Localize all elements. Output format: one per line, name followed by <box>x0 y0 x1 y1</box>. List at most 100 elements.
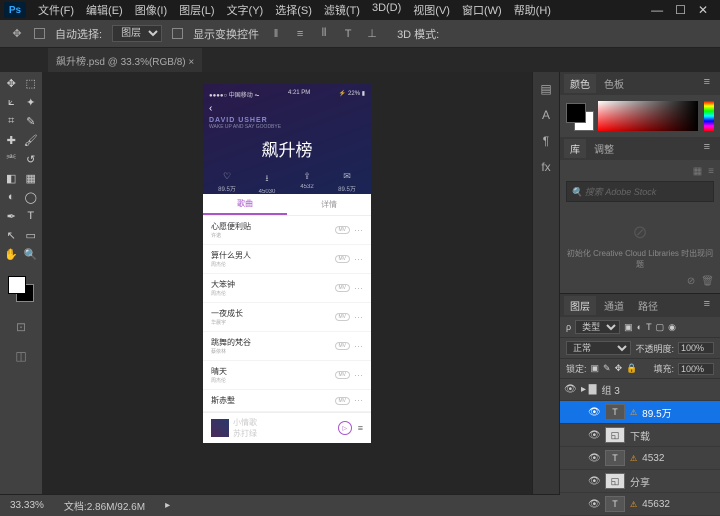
menu-item[interactable]: 图像(I) <box>131 0 171 20</box>
hand-tool[interactable]: ✋ <box>2 245 21 263</box>
list-view-icon[interactable]: ≡ <box>708 166 714 177</box>
tab-paths[interactable]: 路径 <box>632 296 664 315</box>
menu-item[interactable]: 帮助(H) <box>510 0 555 20</box>
dodge-tool[interactable]: ◯ <box>22 188 41 206</box>
panel-menu-icon[interactable]: ≡ <box>698 296 716 315</box>
tab-channels[interactable]: 通道 <box>598 296 630 315</box>
layer-row[interactable]: 👁◱下载 <box>560 424 720 447</box>
align-icon[interactable]: ⫴ <box>317 27 331 41</box>
link-icon[interactable]: ⊘ <box>687 276 695 287</box>
lock-icon[interactable]: ✥ <box>615 363 623 374</box>
menu-item[interactable]: 编辑(E) <box>82 0 127 20</box>
status-arrow-icon[interactable]: ▸ <box>165 500 170 511</box>
menu-item[interactable]: 文字(Y) <box>223 0 268 20</box>
filter-icon[interactable]: ◐ <box>637 322 642 332</box>
brushes-icon[interactable]: A <box>542 108 550 122</box>
eyedropper-tool[interactable]: ✎ <box>22 112 41 130</box>
marquee-tool[interactable]: ⬚ <box>22 74 41 92</box>
minimize-button[interactable]: — <box>651 3 663 17</box>
page-title: 飙升榜 <box>203 136 371 161</box>
lock-icon[interactable]: ▣ <box>591 363 600 374</box>
tab-libraries[interactable]: 库 <box>564 139 586 158</box>
layer-row[interactable]: 👁T⚠4532 <box>560 447 720 470</box>
filter-icon[interactable]: T <box>646 322 652 332</box>
doc-size: 文档:2.86M/92.6M <box>64 498 145 513</box>
menu-item[interactable]: 视图(V) <box>409 0 454 20</box>
blur-tool[interactable]: ◐ <box>2 188 21 206</box>
artist-sub: WAKE UP AND SAY GOODBYE <box>203 124 371 130</box>
filter-dropdown[interactable]: 类型 <box>575 320 620 334</box>
styles-icon[interactable]: fx <box>541 160 550 174</box>
lock-icon[interactable]: ✎ <box>603 363 611 374</box>
crop-tool[interactable]: ⌗ <box>2 112 21 130</box>
tab-adjustments[interactable]: 调整 <box>588 139 620 158</box>
menu-item[interactable]: 图层(L) <box>175 0 218 20</box>
panel-menu-icon[interactable]: ≡ <box>698 139 716 158</box>
grid-view-icon[interactable]: ▦ <box>693 166 702 177</box>
align-icon[interactable]: ≡ <box>293 27 307 41</box>
layer-row[interactable]: 👁T⚠45632 <box>560 493 720 516</box>
foreground-background[interactable] <box>2 272 40 312</box>
history-brush-tool[interactable]: ↺ <box>22 150 41 168</box>
paragraph-icon[interactable]: ¶ <box>543 134 549 148</box>
eraser-tool[interactable]: ◧ <box>2 169 21 187</box>
time: 4:21 PM <box>288 90 310 100</box>
layer-row[interactable]: 👁T⚠89.5万 <box>560 401 720 424</box>
menu-item[interactable]: 3D(D) <box>368 0 405 20</box>
visibility-icon[interactable]: 👁 <box>588 453 600 464</box>
layer-row[interactable]: 👁◱分享 <box>560 470 720 493</box>
menu-item[interactable]: 选择(S) <box>271 0 316 20</box>
lock-icon[interactable]: 🔒 <box>626 363 637 374</box>
tab-color[interactable]: 颜色 <box>564 74 596 93</box>
visibility-icon[interactable]: 👁 <box>564 384 576 395</box>
align-icon[interactable]: ⊥ <box>365 27 379 41</box>
color-picker[interactable] <box>560 95 720 137</box>
gradient-tool[interactable]: ▦ <box>22 169 41 187</box>
stamp-tool[interactable]: ⎃ <box>2 150 21 168</box>
panel-menu-icon[interactable]: ≡ <box>698 74 716 93</box>
layer-row[interactable]: 👁▸ ▇组 3 <box>560 379 720 401</box>
history-icon[interactable]: ▤ <box>540 82 551 96</box>
auto-select-checkbox[interactable] <box>34 28 45 39</box>
maximize-button[interactable]: ☐ <box>675 3 686 17</box>
signal: ●●●●○ 中国移动 ⏦ <box>209 90 259 100</box>
trash-icon[interactable]: 🗑 <box>701 276 714 287</box>
menu-item[interactable]: 文件(F) <box>34 0 78 20</box>
blend-mode-dropdown[interactable]: 正常 <box>566 341 631 355</box>
visibility-icon[interactable]: 👁 <box>588 407 600 418</box>
menu-item[interactable]: 滤镜(T) <box>320 0 364 20</box>
color-panel-tabs: 颜色 色板 ≡ <box>560 72 720 95</box>
zoom-value[interactable]: 33.33% <box>10 500 44 511</box>
shape-tool[interactable]: ▭ <box>22 226 41 244</box>
visibility-icon[interactable]: 👁 <box>588 430 600 441</box>
show-transform-checkbox[interactable] <box>172 28 183 39</box>
align-icon[interactable]: ‖ <box>269 27 283 41</box>
tab-layers[interactable]: 图层 <box>564 296 596 315</box>
opacity-input[interactable] <box>678 342 714 354</box>
filter-icon[interactable]: ▣ <box>624 322 633 333</box>
song-row: 跳舞的梵谷蔡依林MV⋯ <box>203 332 371 361</box>
fill-input[interactable] <box>678 363 714 375</box>
align-icon[interactable]: T <box>341 27 355 41</box>
search-input[interactable]: 🔍 搜索 Adobe Stock <box>566 181 714 202</box>
path-tool[interactable]: ↖ <box>2 226 21 244</box>
lasso-tool[interactable]: ⟀ <box>2 93 21 111</box>
visibility-icon[interactable]: 👁 <box>588 499 600 510</box>
move-tool[interactable]: ✥ <box>2 74 21 92</box>
heal-tool[interactable]: ✚ <box>2 131 21 149</box>
zoom-tool[interactable]: 🔍 <box>22 245 41 263</box>
wand-tool[interactable]: ✦ <box>22 93 41 111</box>
close-button[interactable]: ✕ <box>698 3 708 17</box>
tab-swatches[interactable]: 色板 <box>598 74 630 93</box>
pen-tool[interactable]: ✒ <box>2 207 21 225</box>
filter-icon[interactable]: ▢ <box>656 322 665 333</box>
document-tab[interactable]: 飙升榜.psd @ 33.3%(RGB/8) × <box>48 48 202 73</box>
screenmode-icon[interactable]: ◫ <box>2 342 40 370</box>
type-tool[interactable]: T <box>22 207 41 225</box>
filter-icon[interactable]: ◉ <box>668 322 676 333</box>
visibility-icon[interactable]: 👁 <box>588 476 600 487</box>
screenmode-icon[interactable]: ⊡ <box>2 313 40 341</box>
brush-tool[interactable]: 🖌 <box>22 131 41 149</box>
menu-item[interactable]: 窗口(W) <box>458 0 506 20</box>
auto-select-dropdown[interactable]: 图层 <box>112 25 162 42</box>
